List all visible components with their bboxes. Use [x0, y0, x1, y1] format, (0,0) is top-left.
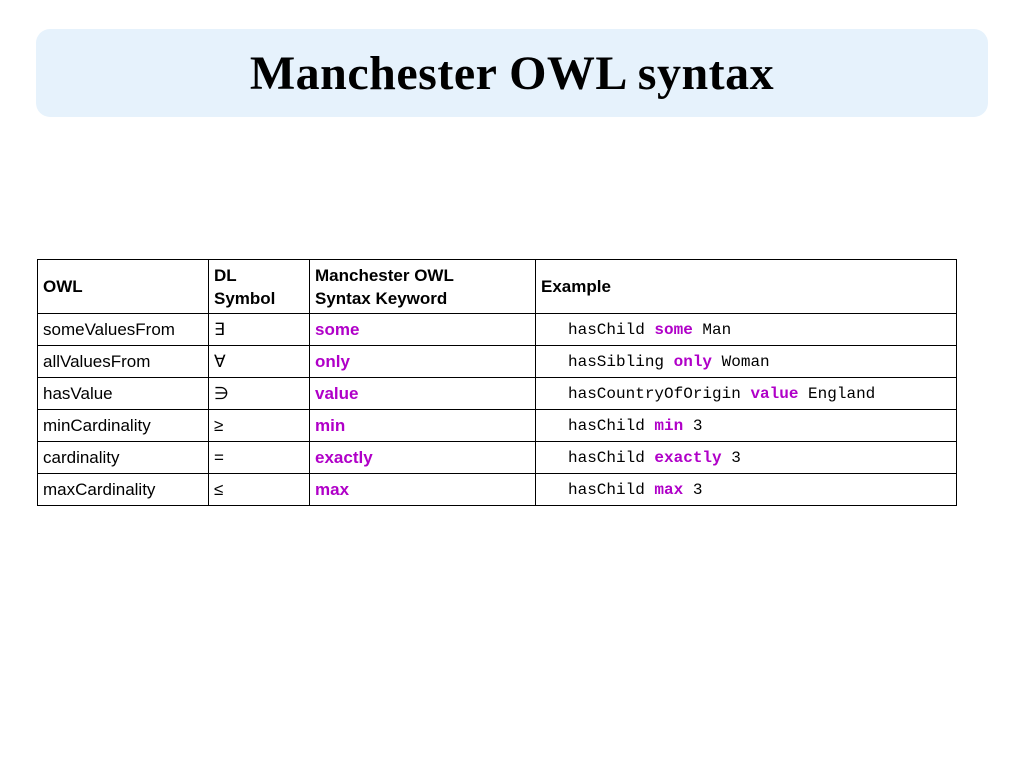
header-example: Example [535, 259, 957, 314]
example-keyword: min [654, 416, 684, 435]
example-pre: hasChild [568, 448, 655, 467]
header-dl-line1: DL [214, 265, 237, 285]
table-row: cardinality = exactly hasChild exactly 3 [37, 441, 957, 474]
cell-keyword: exactly [309, 441, 536, 474]
example-keyword: max [654, 480, 684, 499]
example-keyword: some [654, 320, 693, 339]
table-header-row: OWL DL Symbol Manchester OWL Syntax Keyw… [37, 259, 957, 314]
cell-owl: hasValue [37, 377, 209, 410]
cell-example: hasChild min 3 [535, 409, 957, 442]
owl-syntax-table: OWL DL Symbol Manchester OWL Syntax Keyw… [37, 259, 957, 506]
header-dl-line2: Symbol [214, 288, 276, 308]
table-row: minCardinality ≥ min hasChild min 3 [37, 409, 957, 442]
cell-example: hasSibling only Woman [535, 345, 957, 378]
cell-owl: maxCardinality [37, 473, 209, 506]
example-pre: hasChild [568, 480, 655, 499]
example-pre: hasSibling [568, 352, 674, 371]
title-banner: Manchester OWL syntax [36, 29, 988, 117]
cell-example: hasChild exactly 3 [535, 441, 957, 474]
cell-keyword: min [309, 409, 536, 442]
cell-owl: someValuesFrom [37, 313, 209, 346]
cell-keyword: max [309, 473, 536, 506]
cell-dl-symbol: ∀ [208, 345, 310, 378]
page-title: Manchester OWL syntax [249, 46, 775, 100]
cell-keyword: only [309, 345, 536, 378]
example-post: 3 [683, 480, 703, 499]
cell-dl-symbol: = [208, 441, 310, 474]
header-owl: OWL [37, 259, 209, 314]
table-row: allValuesFrom ∀ only hasSibling only Wom… [37, 345, 957, 378]
cell-dl-symbol: ≥ [208, 409, 310, 442]
example-post: 3 [683, 416, 703, 435]
cell-keyword: some [309, 313, 536, 346]
example-post: 3 [721, 448, 741, 467]
cell-dl-symbol: ∃ [208, 313, 310, 346]
table-row: someValuesFrom ∃ some hasChild some Man [37, 313, 957, 346]
cell-owl: allValuesFrom [37, 345, 209, 378]
header-dl-symbol: DL Symbol [208, 259, 310, 314]
cell-dl-symbol: ≤ [208, 473, 310, 506]
table-row: hasValue ∋ value hasCountryOfOrigin valu… [37, 377, 957, 410]
cell-owl: cardinality [37, 441, 209, 474]
example-pre: hasChild [568, 320, 655, 339]
example-post: Woman [712, 352, 770, 371]
example-keyword: only [673, 352, 713, 371]
example-pre: hasCountryOfOrigin [568, 384, 751, 403]
cell-dl-symbol: ∋ [208, 377, 310, 410]
example-post: England [798, 384, 876, 403]
example-keyword: exactly [654, 448, 722, 467]
cell-owl: minCardinality [37, 409, 209, 442]
header-kw-line2: Syntax Keyword [315, 288, 448, 308]
cell-keyword: value [309, 377, 536, 410]
cell-example: hasCountryOfOrigin value England [535, 377, 957, 410]
cell-example: hasChild max 3 [535, 473, 957, 506]
header-kw-line1: Manchester OWL [315, 265, 454, 285]
header-keyword: Manchester OWL Syntax Keyword [309, 259, 536, 314]
example-pre: hasChild [568, 416, 655, 435]
example-post: Man [692, 320, 732, 339]
example-keyword: value [750, 384, 799, 403]
table-row: maxCardinality ≤ max hasChild max 3 [37, 473, 957, 506]
cell-example: hasChild some Man [535, 313, 957, 346]
